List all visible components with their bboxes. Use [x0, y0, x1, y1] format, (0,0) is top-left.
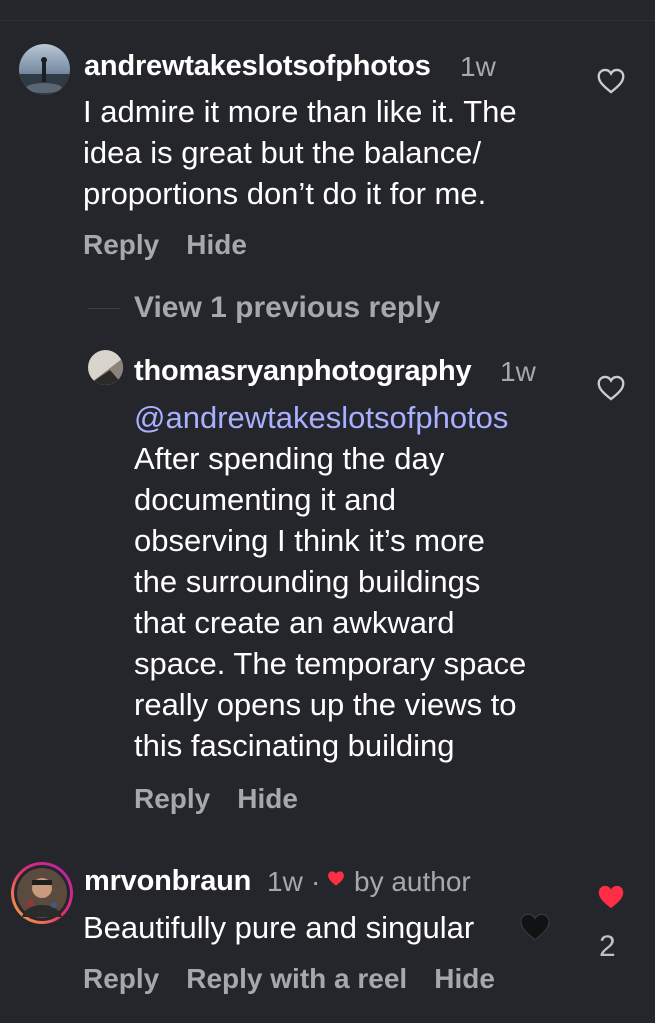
comment-actions: Reply Hide [134, 783, 325, 815]
comment-line: I admire it more than like it. The [83, 94, 517, 129]
heart-outline-icon[interactable] [597, 375, 625, 406]
comment-text: Beautifully pure and singular [83, 907, 474, 948]
comment-text: I admire it more than like it. The idea … [83, 91, 517, 214]
comment-line: really opens up the views to [134, 687, 517, 722]
hide-button[interactable]: Hide [186, 229, 247, 260]
hide-button[interactable]: Hide [434, 963, 495, 994]
heart-filled-icon[interactable] [597, 884, 625, 915]
comment-line: Beautifully pure and singular [83, 910, 475, 945]
reply-button[interactable]: Reply [134, 783, 210, 814]
liked-by-author-heart-icon [327, 870, 345, 892]
comment-actions: Reply Reply with a reel Hide [83, 963, 522, 995]
reply-with-reel-button[interactable]: Reply with a reel [186, 963, 407, 994]
comment-username[interactable]: mrvonbraun [84, 865, 251, 898]
view-replies-label: View 1 previous reply [134, 291, 441, 324]
like-count[interactable]: 2 [599, 930, 616, 964]
avatar[interactable] [10, 861, 74, 925]
comment-actions: Reply Hide [83, 229, 274, 261]
top-divider [0, 20, 655, 21]
comment-time: 1w [500, 356, 536, 387]
avatar[interactable] [88, 350, 123, 385]
mention-link[interactable]: @andrewtakeslotsofphotos [134, 397, 526, 438]
comment-username[interactable]: andrewtakeslotsofphotos [84, 50, 431, 83]
reply-button[interactable]: Reply [83, 229, 159, 260]
hide-button[interactable]: Hide [237, 783, 298, 814]
comment-line: this fascinating building [134, 728, 455, 763]
comment-time: 1w [267, 866, 303, 897]
comment-line: the surrounding buildings [134, 564, 481, 599]
comment-time: 1w [460, 51, 496, 82]
comment-line: proportions don’t do it for me. [83, 176, 487, 211]
comment-username[interactable]: thomasryanphotography [134, 355, 472, 388]
comment-line: idea is great but the balance/ [83, 135, 482, 170]
comment-line: observing I think it’s more [134, 523, 485, 558]
comment-line: documenting it and [134, 482, 396, 517]
avatar[interactable] [19, 44, 70, 95]
black-heart-emoji-icon [519, 912, 551, 947]
comment-line: that create an awkward [134, 605, 455, 640]
divider-line [88, 307, 120, 309]
view-previous-replies-button[interactable]: View 1 previous reply [88, 291, 440, 325]
heart-outline-icon[interactable] [597, 68, 625, 99]
separator-dot: · [311, 866, 321, 897]
comment-text: @andrewtakeslotsofphotos After spending … [134, 397, 526, 766]
liked-by-author-label: by author [354, 866, 471, 897]
reply-button[interactable]: Reply [83, 963, 159, 994]
comment-line: space. The temporary space [134, 646, 527, 681]
comment-line: After spending the day [134, 441, 445, 476]
